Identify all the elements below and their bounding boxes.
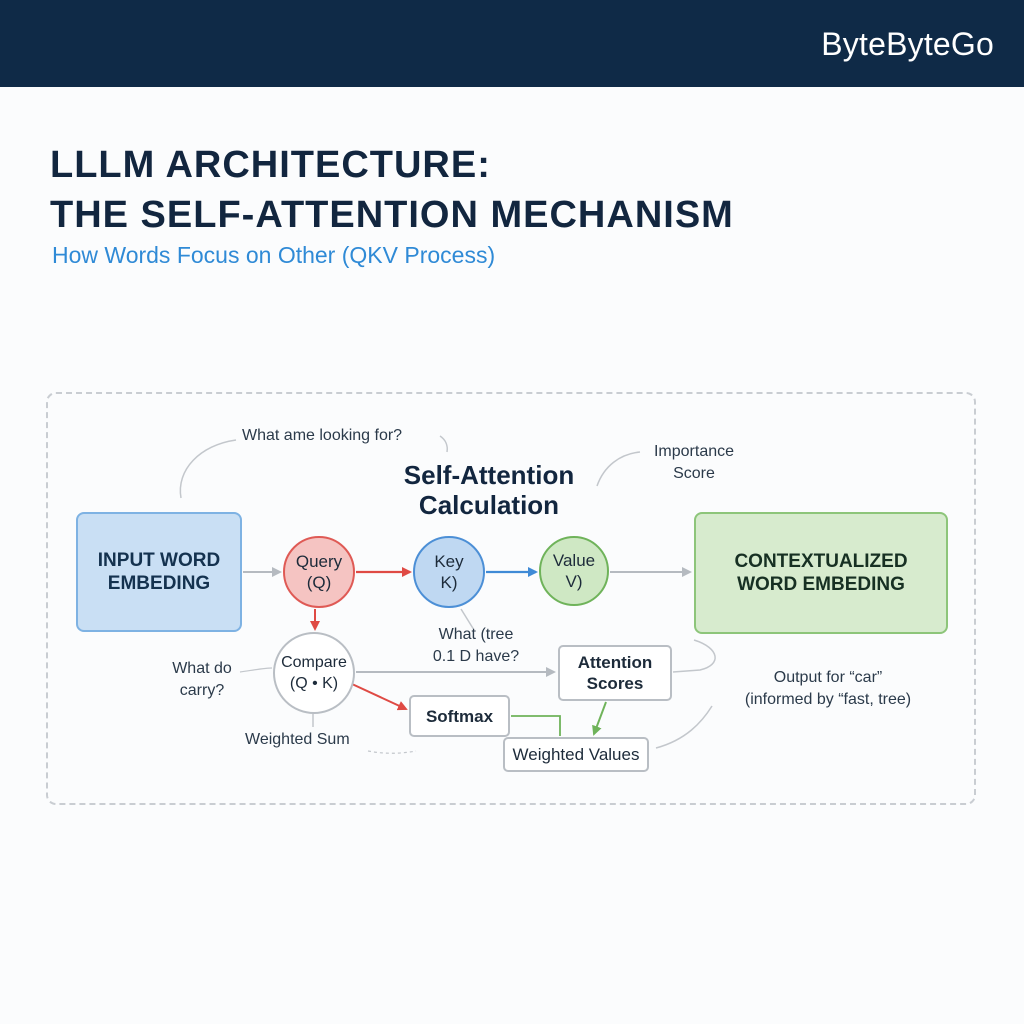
value-node: Value V) [539,536,609,606]
carry-leader [239,667,273,673]
output-leader [672,639,716,673]
note-what-tree-line-1: What (tree [438,626,514,643]
note-what-do-carry: What do carry? [160,658,244,702]
calculation-title-line-2: Calculation [418,490,560,520]
key-node: Key K) [413,536,485,608]
calculation-title: Self-Attention Calculation [385,460,593,520]
contextualized-embedding-box: CONTEXTUALIZED WORD EMBEDING [694,512,948,634]
note-carry-line-2: carry? [179,682,225,699]
attention-label-line-2: Scores [586,674,644,693]
weighted-sum-tail [367,750,417,754]
output-label-line-2: WORD EMBEDING [737,574,905,595]
calculation-title-line-1: Self-Attention [403,460,575,490]
weighted-values-leader [655,705,713,749]
key-label-line-2: K) [440,573,458,592]
attention-scores-box: Attention Scores [558,645,672,701]
note-weighted-sum: Weighted Sum [245,731,350,748]
input-label-line-1: INPUT WORD [97,550,221,571]
key-label-line-1: Key [434,552,464,571]
softmax-box: Softmax [409,695,510,737]
compare-label-line-2: (Q • K) [289,675,339,692]
value-label-line-2: V) [565,572,583,591]
note-output-line-1: Output for “car” [773,669,883,686]
note-what-tree: What (tree 0.1 D have? [410,624,542,668]
weighted-values-label: Weighted Values [512,745,640,764]
compare-node: Compare (Q • K) [273,632,355,714]
note-looking-for: What ame looking for? [242,427,403,444]
note-what-tree-line-2: 0.1 D have? [432,648,520,665]
output-label-line-1: CONTEXTUALIZED [734,551,908,572]
note-importance-score: Importance Score [640,441,748,485]
query-node: Query (Q) [283,536,355,608]
arrow-softmax-to-weighted [511,715,561,736]
attention-label-line-1: Attention [577,653,653,672]
weighted-values-box: Weighted Values [503,737,649,772]
note-carry-line-1: What do [172,660,232,677]
importance-leader [596,451,641,487]
note-importance-line-2: Score [673,465,715,482]
note-output-line-2: (informed by “fast, tree) [744,691,912,708]
query-label-line-1: Query [295,552,343,571]
query-label-line-2: (Q) [306,573,332,592]
looking-for-leader [179,439,237,499]
arrow-compare-to-softmax [351,683,408,711]
softmax-label: Softmax [425,706,494,726]
input-embedding-box: INPUT WORD EMBEDING [76,512,242,632]
note-output-for-car: Output for “car” (informed by “fast, tre… [724,667,932,711]
compare-label-line-1: Compare [281,654,347,671]
note-importance-line-1: Importance [653,443,735,460]
looking-for-tail [439,435,448,453]
input-label-line-2: EMBEDING [107,573,211,594]
value-label-line-1: Value [552,551,596,570]
arrow-scores-to-weighted [592,701,607,736]
